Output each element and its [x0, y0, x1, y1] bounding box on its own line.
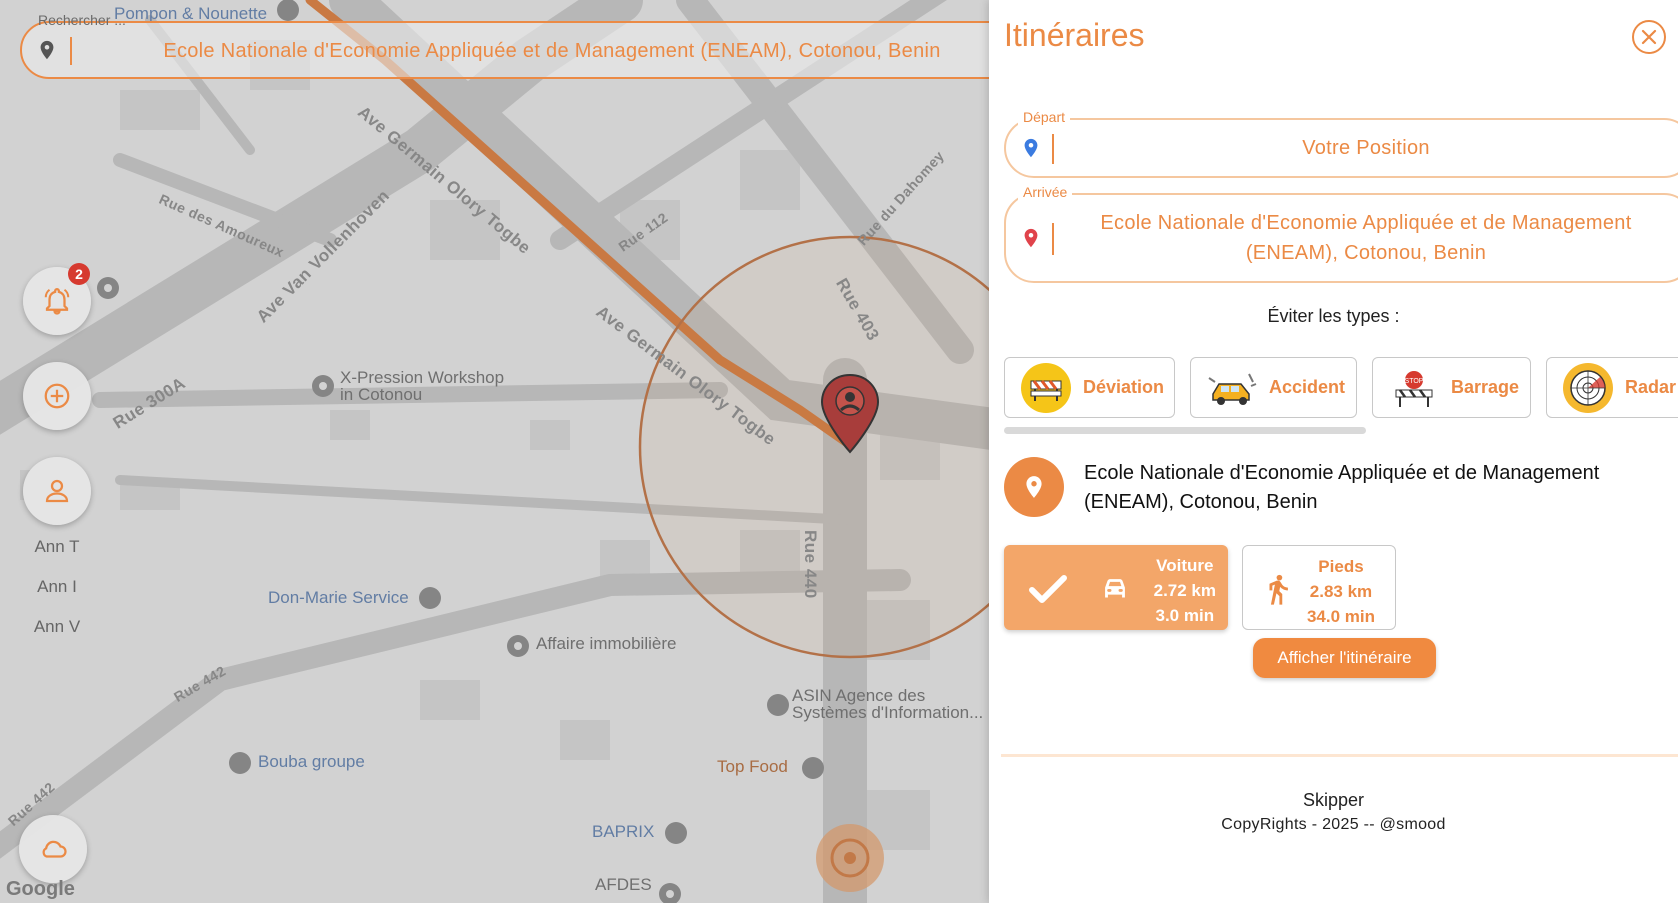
add-circle-icon [44, 383, 70, 409]
add-button[interactable] [23, 362, 91, 430]
user-item[interactable]: Ann I [20, 572, 94, 612]
location-pin-icon [1026, 476, 1042, 498]
poi-label[interactable]: BAPRIX [592, 822, 654, 842]
person-icon [45, 479, 69, 503]
car-icon [1105, 579, 1125, 598]
avoid-chip-radar[interactable]: Radar [1546, 357, 1678, 418]
cloud-icon [42, 840, 67, 858]
avoid-chip-barrage[interactable]: STOP Barrage [1372, 357, 1531, 418]
google-attribution: Google [6, 878, 75, 900]
mode-walk-distance: 2.83 km [1309, 582, 1373, 601]
avoid-chip-deviation[interactable]: Déviation [1004, 357, 1175, 418]
svg-text:STOP: STOP [1405, 378, 1424, 385]
search-separator [70, 37, 72, 65]
footer-divider [1001, 754, 1678, 757]
check-icon [1029, 575, 1067, 603]
mode-walk-text: Pieds 2.83 km 34.0 min [1307, 554, 1375, 629]
poi-label[interactable]: Bouba groupe [258, 752, 365, 772]
user-list: Ann T Ann I Ann V [20, 532, 94, 652]
arrivee-legend: Arrivée [1018, 184, 1073, 200]
my-location-button[interactable] [815, 823, 885, 893]
show-route-button[interactable]: Afficher l'itinéraire [1253, 638, 1436, 678]
itinerary-panel: Itinéraires Départ Votre Position Arrivé… [989, 0, 1678, 903]
close-button[interactable] [1632, 20, 1666, 54]
map-search-bar[interactable]: Ecole Nationale d'Economie Appliquée et … [20, 21, 989, 79]
poi-label[interactable]: Top Food [717, 757, 788, 777]
depart-input[interactable]: Votre Position [1066, 133, 1666, 163]
search-input[interactable]: Ecole Nationale d'Economie Appliquée et … [92, 40, 989, 63]
map-view[interactable]: Ave Germain Olory Togbe Ave Germain Olor… [0, 0, 989, 903]
mode-car-text: Voiture 2.72 km 3.0 min [1154, 553, 1216, 628]
field-separator [1052, 134, 1054, 164]
weather-button[interactable] [19, 815, 87, 883]
location-pin-icon [40, 40, 54, 60]
avoid-types-title: Éviter les types : [1267, 306, 1400, 326]
chip-label: Accident [1269, 377, 1346, 397]
user-item[interactable]: Ann V [20, 612, 94, 652]
field-separator [1052, 223, 1054, 255]
notification-badge: 2 [68, 263, 90, 285]
arrivee-input[interactable]: Ecole Nationale d'Economie Appliquée et … [1066, 208, 1666, 268]
depart-legend: Départ [1018, 109, 1071, 125]
car-crash-icon [1207, 363, 1257, 413]
poi-label[interactable]: ASIN Agence des Systèmes d'Information..… [792, 687, 989, 721]
mode-car-label: Voiture [1156, 556, 1214, 575]
user-item[interactable]: Ann T [20, 532, 94, 572]
mode-walk-label: Pieds [1318, 557, 1364, 576]
location-pin-icon [1024, 138, 1038, 158]
chip-label: Déviation [1083, 377, 1165, 397]
footer-copyright: CopyRights - 2025 -- @smood [1221, 816, 1446, 833]
roadblock-icon: STOP [1389, 363, 1439, 413]
mode-car-distance: 2.72 km [1153, 581, 1216, 600]
location-pin-icon [1024, 228, 1038, 248]
poi-label[interactable]: X-Pression Workshop in Cotonou [340, 369, 520, 403]
bell-icon [44, 288, 70, 315]
depart-field[interactable]: Départ Votre Position [1004, 109, 1678, 178]
mode-car-duration: 3.0 min [1155, 606, 1215, 625]
mode-car-option[interactable]: Voiture 2.72 km 3.0 min [1004, 545, 1228, 630]
arrivee-field[interactable]: Arrivée Ecole Nationale d'Economie Appli… [1004, 184, 1678, 283]
footer-app-name: Skipper [1302, 790, 1365, 810]
poi-label[interactable]: Don-Marie Service [268, 588, 409, 608]
panel-title: Itinéraires [1004, 17, 1145, 53]
map-canvas[interactable] [0, 0, 989, 903]
chip-label: Radar [1625, 377, 1677, 397]
walking-person-icon [1269, 574, 1288, 605]
chips-scrollbar[interactable] [1004, 427, 1366, 434]
mode-walk-option[interactable]: Pieds 2.83 km 34.0 min [1242, 545, 1396, 630]
chip-label: Barrage [1451, 377, 1520, 397]
destination-name: Ecole Nationale d'Economie Appliquée et … [1084, 462, 1600, 513]
avoid-chip-accident[interactable]: Accident [1190, 357, 1357, 418]
search-label: Rechercher ... [38, 12, 126, 28]
users-button[interactable] [23, 457, 91, 525]
poi-label[interactable]: AFDES [595, 875, 652, 895]
destination-icon [1004, 457, 1064, 517]
poi-label[interactable]: Affaire immobilière [536, 634, 676, 654]
street-label: Rue 440 [801, 530, 820, 599]
close-icon [1641, 29, 1657, 45]
radar-icon [1563, 362, 1613, 413]
roadwork-barrier-icon [1021, 362, 1071, 413]
mode-walk-duration: 34.0 min [1306, 607, 1375, 626]
